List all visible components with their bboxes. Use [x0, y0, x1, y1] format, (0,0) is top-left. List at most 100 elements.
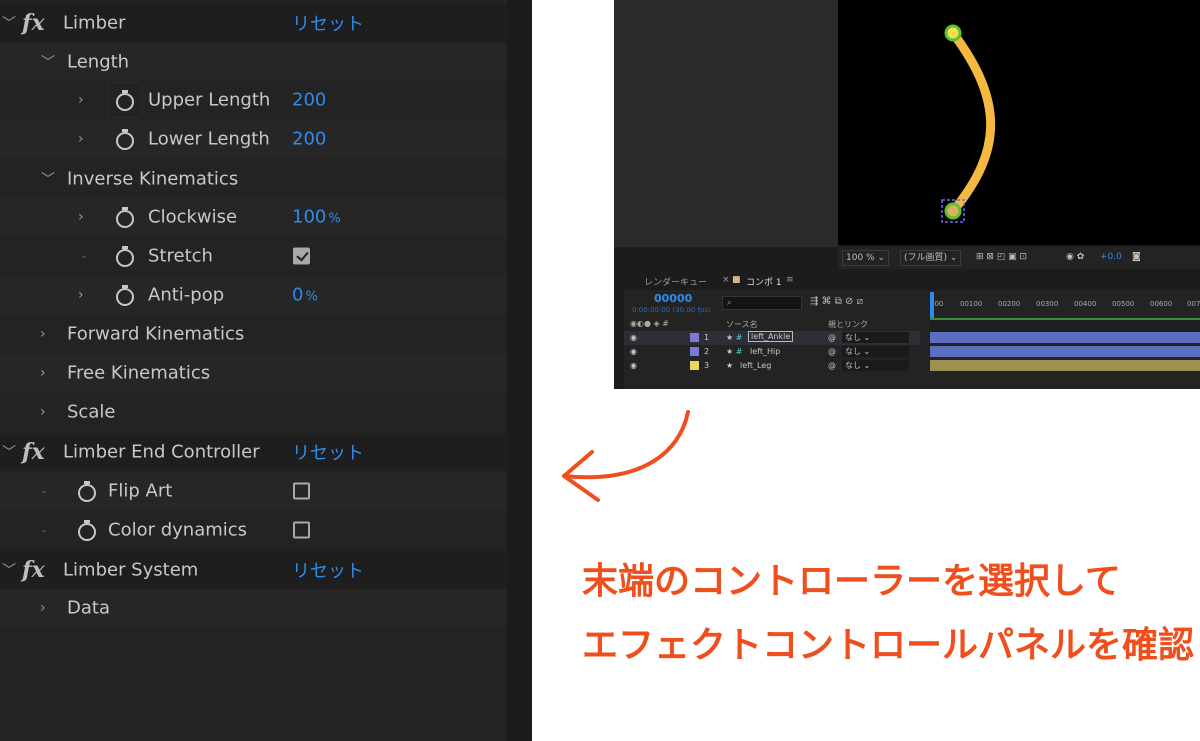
clockwise-value[interactable]: 100% [292, 207, 341, 228]
collapse-chevron-icon[interactable]: ﹀ [2, 442, 16, 462]
expand-chevron-icon[interactable]: › [78, 131, 84, 147]
layer-duration-bar[interactable] [930, 360, 1200, 371]
expand-chevron-icon[interactable]: › [40, 326, 46, 342]
column-source-name[interactable]: ソース名 [726, 319, 758, 330]
zoom-dropdown[interactable]: 100 % ⌄ [842, 250, 889, 266]
work-area-bar[interactable] [930, 318, 1200, 332]
group-data[interactable]: › Data [0, 590, 507, 626]
collapse-chevron-icon[interactable]: ﹀ [41, 169, 55, 189]
group-forward-kinematics[interactable]: › Forward Kinematics [0, 315, 507, 353]
layer-number: 1 [704, 333, 710, 342]
lower-length-label: Lower Length [148, 128, 270, 150]
fx-icon[interactable]: fx [22, 557, 45, 583]
stopwatch-icon[interactable] [114, 244, 136, 268]
ankle-joint-controller[interactable] [944, 202, 962, 220]
parent-dropdown[interactable]: なし ⌄ [842, 360, 909, 371]
fx-icon[interactable]: fx [22, 439, 45, 465]
collapse-chevron-icon[interactable]: ﹀ [41, 52, 55, 72]
stopwatch-icon[interactable] [76, 518, 98, 542]
stopwatch-icon[interactable] [76, 479, 98, 503]
flip-art-checkbox[interactable] [293, 482, 310, 500]
percent-unit: % [328, 211, 341, 227]
property-flip-art[interactable]: Flip Art [0, 472, 507, 510]
expand-chevron-icon[interactable]: › [78, 209, 84, 225]
layer-row[interactable]: ◉ 3 ★ left_Leg @ なし ⌄ [624, 359, 920, 373]
layer-label-color[interactable] [690, 361, 699, 370]
collapse-chevron-icon[interactable]: ﹀ [2, 13, 16, 33]
collapse-chevron-icon[interactable]: ﹀ [2, 560, 16, 580]
camera-icon[interactable]: ◙ [1132, 252, 1141, 262]
time-ruler[interactable]: 000 00100 00200 00300 00400 00500 00600 … [930, 292, 1200, 318]
column-parent-link[interactable]: 親とリンク [828, 319, 868, 330]
stopwatch-icon[interactable] [114, 127, 136, 151]
hip-joint-controller[interactable] [944, 24, 962, 42]
lower-length-value[interactable]: 200 [292, 129, 326, 150]
pickwhip-icon[interactable]: @ [828, 333, 836, 342]
layer-row[interactable]: ◉ 1 ★ # left_Ankle @ なし ⌄ [624, 331, 920, 345]
property-color-dynamics[interactable]: Color dynamics [0, 511, 507, 549]
stopwatch-icon[interactable] [114, 88, 136, 112]
group-data-label: Data [67, 597, 110, 619]
limber-system-reset-link[interactable]: リセット [292, 557, 364, 583]
layer-duration-bar[interactable] [930, 332, 1200, 343]
color-dynamics-checkbox[interactable] [293, 521, 310, 539]
tab-comp[interactable]: コンポ 1 [746, 275, 782, 288]
expand-chevron-icon[interactable]: › [78, 287, 84, 303]
flip-art-label: Flip Art [108, 480, 173, 502]
anti-pop-value[interactable]: 0% [292, 285, 318, 306]
stretch-checkbox[interactable] [293, 247, 310, 265]
layer-search-input[interactable]: ⌕ [722, 296, 802, 310]
close-icon[interactable]: × [722, 275, 730, 285]
expand-chevron-icon[interactable]: › [78, 92, 84, 108]
effect-end-controller-name: Limber End Controller [63, 441, 260, 463]
parent-dropdown[interactable]: なし ⌄ [842, 346, 909, 357]
composition-viewer[interactable] [838, 0, 1200, 245]
visibility-eye-icon[interactable]: ◉ [630, 347, 637, 356]
parent-dropdown[interactable]: なし ⌄ [842, 332, 909, 343]
pickwhip-icon[interactable]: @ [828, 361, 836, 370]
menu-icon[interactable]: ≡ [786, 275, 794, 285]
effect-limber-header[interactable]: ﹀ fx Limber リセット [0, 4, 507, 42]
resolution-dropdown[interactable]: (フル画質) ⌄ [900, 250, 962, 266]
layer-name[interactable]: left_Hip [750, 347, 780, 356]
property-lower-length[interactable]: › Lower Length 200 [0, 120, 507, 158]
limber-reset-link[interactable]: リセット [292, 10, 364, 36]
layer-label-color[interactable] [690, 347, 699, 356]
tab-render-queue[interactable]: レンダーキュー [644, 275, 707, 288]
expand-chevron-icon[interactable]: › [40, 600, 46, 616]
effect-limber-system-header[interactable]: ﹀ fx Limber System リセット [0, 551, 507, 589]
color-channels-icon[interactable]: ◉ ✿ [1066, 252, 1084, 262]
visibility-eye-icon[interactable]: ◉ [630, 333, 637, 342]
layer-duration-bar[interactable] [930, 346, 1200, 357]
stopwatch-icon[interactable] [114, 205, 136, 229]
group-free-kinematics[interactable]: › Free Kinematics [0, 354, 507, 392]
group-inverse-kinematics[interactable]: ﹀ Inverse Kinematics [0, 160, 507, 197]
shape-layer-star-icon: ★ # [726, 347, 743, 356]
upper-length-value[interactable]: 200 [292, 90, 326, 111]
timeline-tabs: レンダーキュー × ■ コンポ 1 ≡ [624, 270, 1200, 290]
expand-chevron-icon[interactable]: › [40, 365, 46, 381]
group-scale[interactable]: › Scale [0, 393, 507, 431]
layer-label-color[interactable] [690, 333, 699, 342]
stopwatch-icon[interactable] [114, 283, 136, 307]
effect-limber-end-controller-header[interactable]: ﹀ fx Limber End Controller リセット [0, 433, 507, 471]
end-controller-reset-link[interactable]: リセット [292, 439, 364, 465]
exposure-value[interactable]: +0.0 [1100, 252, 1122, 262]
visibility-eye-icon[interactable]: ◉ [630, 361, 637, 370]
property-anti-pop[interactable]: › Anti-pop 0% [0, 276, 507, 314]
layer-row[interactable]: ◉ 2 ★ # left_Hip @ なし ⌄ [624, 345, 920, 359]
playhead[interactable] [930, 292, 934, 318]
layer-name[interactable]: left_Ankle [748, 331, 794, 342]
group-length[interactable]: ﹀ Length [0, 44, 507, 80]
property-stretch[interactable]: Stretch [0, 237, 507, 275]
fx-icon[interactable]: fx [22, 10, 45, 36]
grid-icon[interactable]: ⊞ ⊠ ◰ ▣ ⊡ [976, 252, 1027, 262]
timeline-switches-icons[interactable]: ⇶ ⌘ ⧉ ⊘ ⧄ [810, 296, 863, 307]
viewer-pasteboard [614, 0, 838, 247]
current-time-display[interactable]: 00000 [654, 292, 692, 305]
pickwhip-icon[interactable]: @ [828, 347, 836, 356]
expand-chevron-icon[interactable]: › [40, 404, 46, 420]
layer-name[interactable]: left_Leg [740, 361, 771, 370]
property-upper-length[interactable]: › Upper Length 200 [0, 81, 507, 119]
property-clockwise[interactable]: › Clockwise 100% [0, 198, 507, 236]
